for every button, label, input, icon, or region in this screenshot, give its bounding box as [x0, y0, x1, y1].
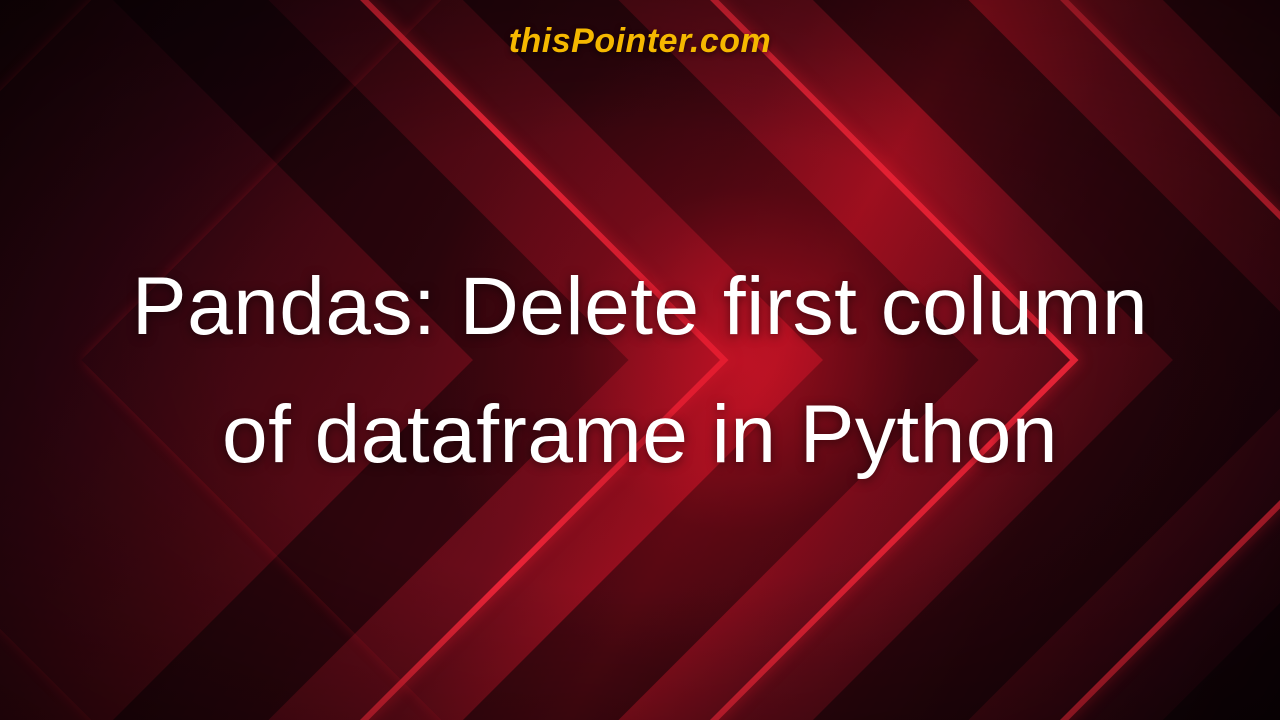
- title-container: Pandas: Delete first column of dataframe…: [132, 61, 1148, 720]
- brand-logo-text: thisPointer.com: [509, 22, 772, 61]
- content-layer: thisPointer.com Pandas: Delete first col…: [0, 0, 1280, 720]
- title-line-2: of dataframe in Python: [222, 389, 1058, 480]
- title-line-1: Pandas: Delete first column: [132, 261, 1148, 352]
- banner-root: thisPointer.com Pandas: Delete first col…: [0, 0, 1280, 720]
- main-title: Pandas: Delete first column of dataframe…: [132, 243, 1148, 497]
